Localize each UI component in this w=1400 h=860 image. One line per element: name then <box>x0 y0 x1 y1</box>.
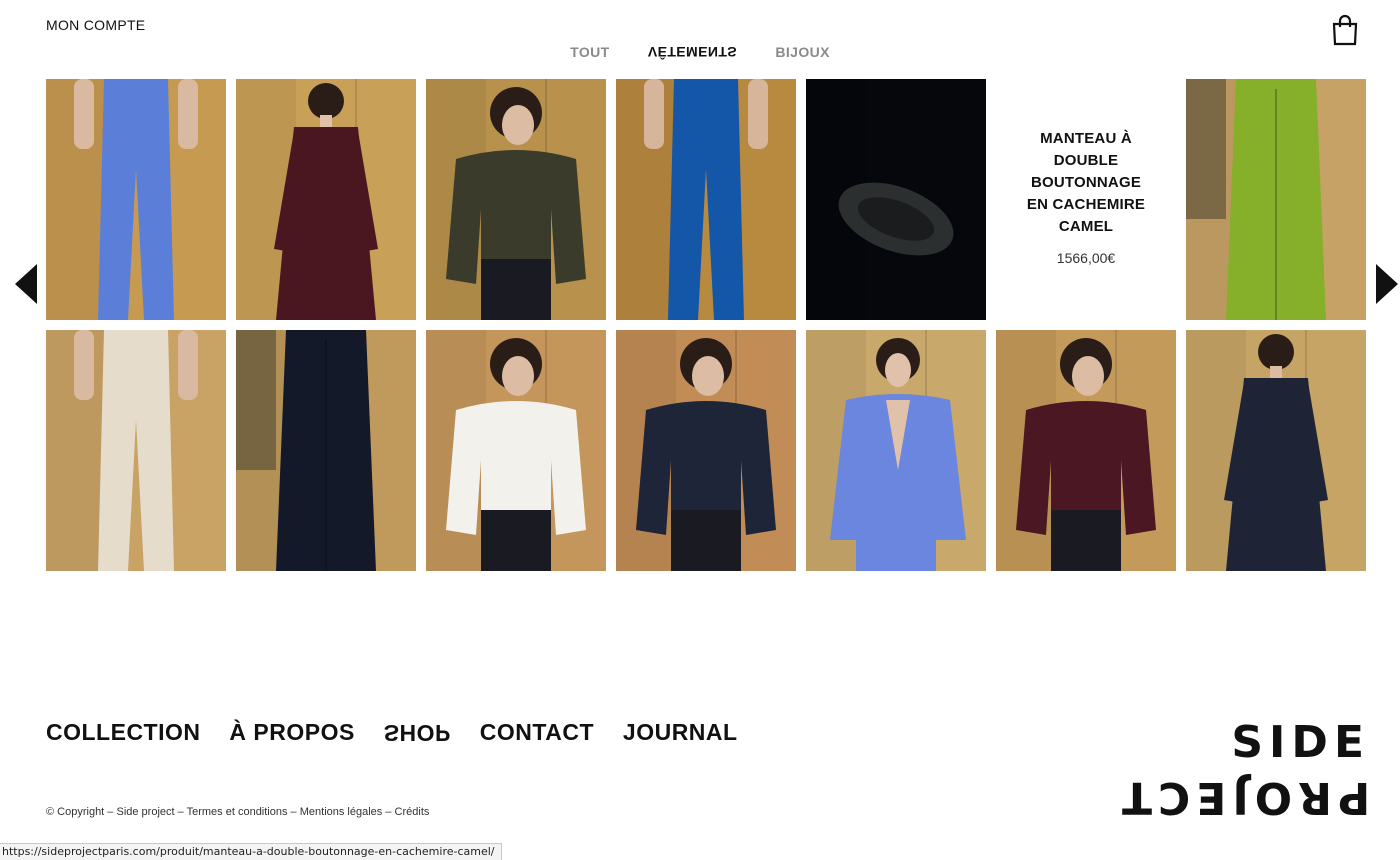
tab-bijoux[interactable]: BIJOUX <box>775 44 830 60</box>
product-tile-hovered[interactable]: MANTEAU À DOUBLE BOUTONNAGE EN CACHEMIRE… <box>996 79 1176 320</box>
product-photo <box>46 330 226 571</box>
product-photo <box>236 79 416 320</box>
product-tile[interactable] <box>236 79 416 320</box>
my-account-link[interactable]: MON COMPTE <box>46 17 145 33</box>
copyright-text: © Copyright <box>46 806 105 818</box>
product-photo <box>236 330 416 571</box>
product-photo <box>46 79 226 320</box>
category-tabs: TOUT VÊTEMENTS BIJOUX <box>0 44 1400 60</box>
link-mentions[interactable]: Mentions légales <box>300 806 383 818</box>
logo-line-project: PROJECT <box>1115 772 1370 823</box>
separator: – <box>174 806 187 818</box>
carousel-prev-arrow-icon[interactable] <box>15 264 37 304</box>
product-photo <box>806 330 986 571</box>
product-grid: MANTEAU À DOUBLE BOUTONNAGE EN CACHEMIRE… <box>46 79 1366 571</box>
side-project-logo[interactable]: SIDE PROJECT <box>1116 717 1370 824</box>
footer-nav: COLLECTION À PROPOS SHOP CONTACT JOURNAL <box>46 719 760 746</box>
product-tile[interactable] <box>46 330 226 571</box>
product-tile[interactable] <box>1186 79 1366 320</box>
product-photo <box>1186 79 1366 320</box>
product-photo <box>806 79 986 320</box>
product-tile[interactable] <box>616 79 796 320</box>
product-photo <box>1186 330 1366 571</box>
separator: – <box>287 806 300 818</box>
product-name: MANTEAU À DOUBLE BOUTONNAGE EN CACHEMIRE… <box>1026 129 1146 235</box>
footer-link-contact[interactable]: CONTACT <box>480 719 594 746</box>
separator: – <box>104 806 117 818</box>
footer-link-shop[interactable]: SHOP <box>384 719 451 746</box>
tab-tout[interactable]: TOUT <box>570 44 609 60</box>
product-tile[interactable] <box>1186 330 1366 571</box>
footer-link-a-propos[interactable]: À PROPOS <box>229 719 354 746</box>
tab-vetements[interactable]: VÊTEMENTS <box>648 44 737 60</box>
product-photo <box>616 79 796 320</box>
shopping-bag-icon[interactable] <box>1330 14 1360 46</box>
footer-link-journal[interactable]: JOURNAL <box>623 719 738 746</box>
product-tile[interactable] <box>236 330 416 571</box>
product-photo <box>996 330 1176 571</box>
product-price: 1566,00€ <box>1056 249 1116 266</box>
link-credits[interactable]: Crédits <box>395 806 430 818</box>
separator: – <box>382 806 395 818</box>
footer-link-collection[interactable]: COLLECTION <box>46 719 201 746</box>
product-tile[interactable] <box>426 330 606 571</box>
product-tile[interactable] <box>616 330 796 571</box>
product-photo <box>616 330 796 571</box>
product-tile[interactable] <box>806 79 986 320</box>
logo-line-side: SIDE <box>1231 717 1370 768</box>
status-bar-url: https://sideprojectparis.com/produit/man… <box>0 843 502 860</box>
link-side-project[interactable]: Side project <box>116 806 174 818</box>
product-photo <box>426 330 606 571</box>
product-photo <box>426 79 606 320</box>
product-tile[interactable] <box>46 79 226 320</box>
carousel-next-arrow-icon[interactable] <box>1376 264 1398 304</box>
product-tile[interactable] <box>996 330 1176 571</box>
link-termes[interactable]: Termes et conditions <box>187 806 288 818</box>
product-tile[interactable] <box>426 79 606 320</box>
copyright-line: © Copyright – Side project – Termes et c… <box>46 806 429 818</box>
product-tile[interactable] <box>806 330 986 571</box>
